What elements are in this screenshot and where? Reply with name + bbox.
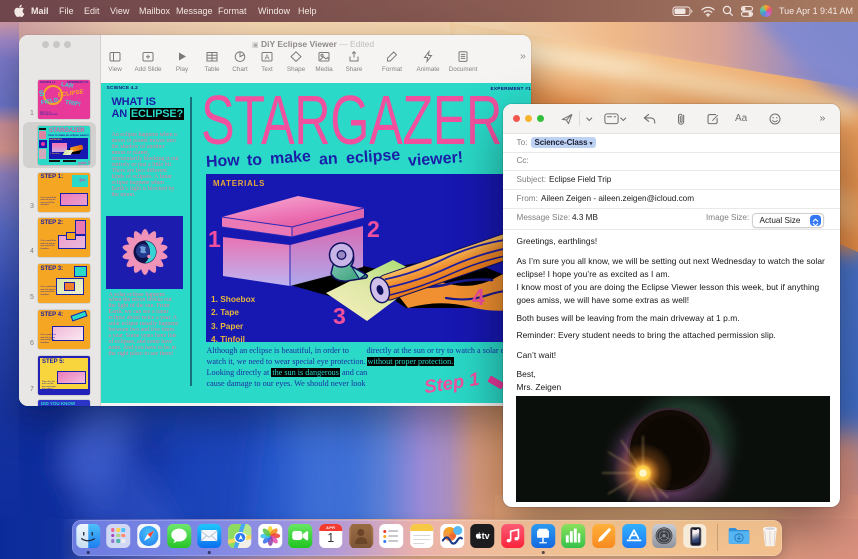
svg-text:A: A [264,52,269,61]
